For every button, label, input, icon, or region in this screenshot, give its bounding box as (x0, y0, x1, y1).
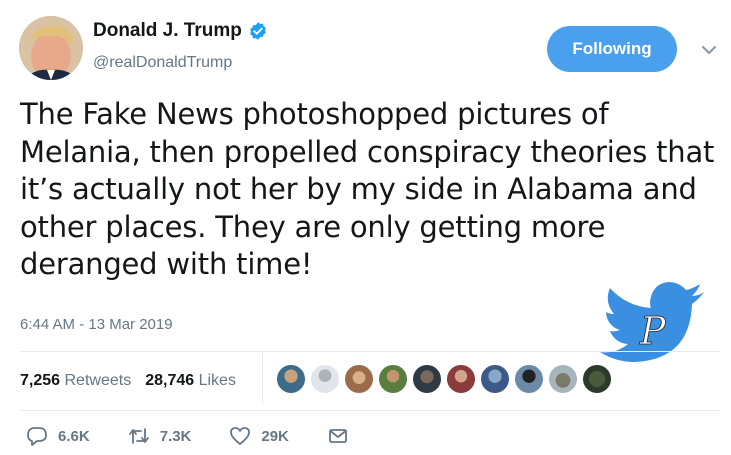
divider-bottom (20, 410, 720, 411)
twitter-bird-watermark-icon: P (600, 282, 704, 362)
liker-avatar[interactable] (378, 364, 408, 394)
heart-icon (230, 427, 251, 445)
likers-avatars (276, 364, 616, 398)
reply-button[interactable]: 6.6K (26, 426, 90, 446)
stats-separator (262, 352, 263, 404)
liker-avatar[interactable] (514, 364, 544, 394)
avatar[interactable] (19, 16, 83, 80)
following-button[interactable]: Following (547, 26, 677, 72)
tweet-stats: 7,256 Retweets 28,746 Likes (20, 372, 236, 390)
reply-count: 6.6K (58, 427, 90, 445)
liker-avatar[interactable] (412, 364, 442, 394)
tweet-text: The Fake News photoshopped pictures of M… (20, 97, 715, 281)
tweet-actions: 6.6K 7.3K 29K (26, 426, 387, 446)
direct-message-button[interactable] (327, 426, 349, 446)
tweet-timestamp[interactable]: 6:44 AM - 13 Mar 2019 (20, 316, 173, 333)
like-button[interactable]: 29K (229, 426, 289, 446)
retweet-icon (128, 428, 149, 444)
avatar-image (19, 16, 83, 80)
chevron-down-icon[interactable] (701, 44, 717, 56)
like-count: 29K (261, 427, 289, 445)
retweet-button[interactable]: 7.3K (128, 426, 192, 446)
display-name[interactable]: Donald J. Trump (93, 20, 242, 42)
retweet-count: 7.3K (159, 427, 192, 445)
retweets-count: 7,256 (20, 372, 61, 389)
liker-avatar[interactable] (310, 364, 340, 394)
liker-avatar[interactable] (344, 364, 374, 394)
watermark-letter: P (639, 309, 667, 353)
verified-badge-icon (250, 22, 266, 40)
likes-label: Likes (198, 372, 236, 389)
liker-avatar[interactable] (548, 364, 578, 394)
likes-count: 28,746 (145, 372, 195, 389)
user-name-row[interactable]: Donald J. Trump (93, 20, 268, 42)
retweets-stat[interactable]: 7,256 Retweets (20, 372, 131, 390)
liker-avatar[interactable] (480, 364, 510, 394)
reply-icon (27, 427, 47, 446)
envelope-icon (329, 429, 347, 443)
likes-stat[interactable]: 28,746 Likes (145, 372, 236, 390)
liker-avatar[interactable] (446, 364, 476, 394)
retweets-label: Retweets (64, 372, 132, 389)
user-handle[interactable]: @realDonaldTrump (93, 54, 232, 72)
liker-avatar[interactable] (276, 364, 306, 394)
liker-avatar[interactable] (582, 364, 612, 394)
divider-top (20, 351, 720, 352)
